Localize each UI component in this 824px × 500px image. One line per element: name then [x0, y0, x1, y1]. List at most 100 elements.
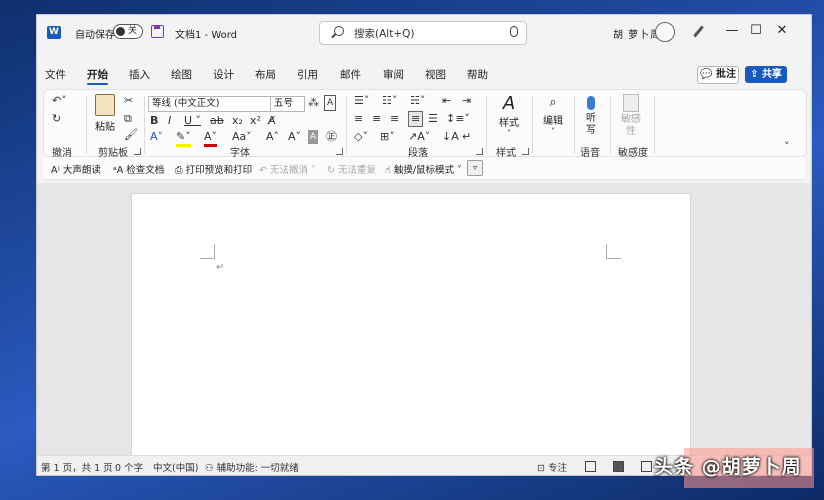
borders-icon[interactable]: ⊞˅ [380, 130, 395, 144]
tab-insert[interactable]: 插入 [129, 67, 150, 82]
paragraph-launcher-icon[interactable] [476, 148, 483, 155]
character-shading-icon[interactable]: A [308, 130, 319, 144]
font-size-select[interactable]: 五号 [270, 96, 305, 112]
tab-layout[interactable]: 布局 [255, 67, 276, 82]
align-right-icon[interactable]: ≡ [390, 112, 399, 126]
subscript-icon[interactable]: x₂ [232, 114, 243, 128]
microphone-icon[interactable] [510, 26, 518, 37]
underline-icon[interactable]: U ˅ [184, 114, 201, 128]
undo-disabled-button[interactable]: ↶ 无法撤消 ˅ [259, 162, 316, 176]
read-aloud-icon: A⁾ [51, 165, 60, 176]
user-name[interactable]: 胡 萝卜周 [613, 26, 661, 41]
dictate-button[interactable]: 听写 [580, 94, 602, 137]
text-effects-icon[interactable]: A˅ [150, 130, 163, 144]
redo-disabled-button[interactable]: ↻ 无法重复 [327, 162, 376, 176]
shrink-font-icon[interactable]: A˅ [288, 130, 301, 144]
read-aloud-button[interactable]: A⁾ 大声朗读 [51, 162, 101, 176]
tab-view[interactable]: 视图 [425, 67, 446, 82]
minimize-button[interactable]: — [723, 23, 741, 38]
phonetic-guide-icon[interactable]: ⁂ [308, 96, 319, 110]
paste-button[interactable]: 粘贴 [92, 94, 118, 133]
highlight-icon[interactable]: ✎˅ [176, 130, 191, 147]
tab-design[interactable]: 设计 [213, 67, 234, 82]
copy-icon[interactable]: ⧉ [124, 112, 132, 126]
print-preview-button[interactable]: ⎙ 打印预览和打印 [175, 162, 252, 176]
multilevel-list-icon[interactable]: ☵˅ [410, 94, 425, 108]
show-marks-icon[interactable]: ↵ [462, 130, 471, 144]
document-page[interactable]: ↵ [131, 193, 691, 475]
styles-button[interactable]: A 样式 ˅ [494, 94, 524, 139]
enclose-characters-icon[interactable]: ㊣ [326, 130, 337, 144]
accessibility-status[interactable]: ⚇ 辅助功能: 一切就绪 [205, 460, 299, 474]
chinese-layout-icon[interactable]: ↗A˅ [408, 130, 430, 144]
search-placeholder: 搜索(Alt+Q) [354, 28, 415, 40]
decrease-indent-icon[interactable]: ⇤ [442, 94, 451, 108]
share-button[interactable]: ⇪ 共享 [745, 66, 787, 83]
margin-corner-top-right [606, 244, 621, 259]
align-center-icon[interactable]: ≡ [372, 112, 381, 126]
justify-icon[interactable]: ≡ [408, 111, 424, 127]
comments-button[interactable]: 💬 批注 [697, 66, 739, 84]
tab-file[interactable]: 文件 [45, 67, 66, 82]
word-window: W 自动保存 关 文档1 - Word 搜索(Alt+Q) 胡 萝卜周 — ☐ … [36, 14, 812, 476]
redo-icon[interactable]: ↻ [52, 112, 61, 126]
save-icon[interactable] [151, 25, 164, 38]
change-case-icon[interactable]: Aa˅ [232, 130, 252, 144]
tab-mailings[interactable]: 邮件 [340, 67, 361, 82]
undo-icon: ↶ [259, 165, 267, 176]
superscript-icon[interactable]: x² [250, 114, 261, 128]
numbering-icon[interactable]: ☷˅ [382, 94, 397, 108]
styles-launcher-icon[interactable] [522, 148, 529, 155]
check-document-label: 检查文档 [126, 165, 165, 176]
font-name-select[interactable]: 等线 (中文正文) [148, 96, 271, 112]
focus-button[interactable]: ⊡ 专注 [537, 460, 567, 474]
maximize-button[interactable]: ☐ [747, 23, 765, 38]
word-count[interactable]: 0 个字 [115, 460, 143, 474]
distributed-icon[interactable]: ☰ [428, 112, 438, 126]
tab-draw[interactable]: 绘图 [171, 67, 192, 82]
close-button[interactable]: ✕ [773, 23, 791, 38]
character-border-icon[interactable]: A [324, 95, 337, 111]
italic-icon[interactable]: I [168, 114, 171, 128]
accessibility-label: 辅助功能: 一切就绪 [216, 463, 299, 474]
print-layout-icon[interactable] [613, 461, 624, 472]
language-status[interactable]: 中文(中国) [153, 460, 198, 474]
tab-help[interactable]: 帮助 [467, 67, 488, 82]
tab-review[interactable]: 审阅 [383, 67, 404, 82]
bold-icon[interactable]: B [150, 114, 158, 128]
search-input[interactable]: 搜索(Alt+Q) [319, 21, 527, 45]
collapse-ribbon-icon[interactable]: ˅ [784, 140, 790, 154]
font-launcher-icon[interactable] [336, 148, 343, 155]
document-canvas[interactable]: ↵ [37, 183, 811, 475]
tab-references[interactable]: 引用 [297, 67, 318, 82]
font-color-icon[interactable]: A˅ [204, 130, 218, 147]
sort-icon[interactable]: ↓A [442, 130, 459, 144]
web-layout-icon[interactable] [641, 461, 652, 472]
page-count[interactable]: 第 1 页，共 1 页 [41, 460, 113, 474]
strikethrough-icon[interactable]: ab [210, 114, 224, 128]
customize-toolbar-button[interactable]: ▿ [467, 160, 483, 176]
grow-font-icon[interactable]: A˄ [266, 130, 279, 144]
editing-button[interactable]: ⌕ 编辑 ˅ [538, 94, 568, 136]
pen-icon[interactable] [693, 25, 704, 38]
cut-icon[interactable]: ✂ [124, 94, 133, 108]
clipboard-launcher-icon[interactable] [134, 148, 141, 155]
sensitivity-button[interactable]: 敏感性 [616, 94, 646, 138]
divider [532, 96, 533, 154]
increase-indent-icon[interactable]: ⇥ [462, 94, 471, 108]
line-spacing-icon[interactable]: ↕≡˅ [446, 112, 470, 126]
shading-icon[interactable]: ◇˅ [354, 130, 368, 144]
touch-mouse-mode-button[interactable]: ☝ 触摸/鼠标模式 ˅ [385, 162, 462, 176]
format-painter-icon[interactable]: 🖌 [124, 128, 138, 142]
tab-home[interactable]: 开始 [87, 67, 108, 85]
bullets-icon[interactable]: ☰˅ [354, 94, 369, 108]
check-document-button[interactable]: ᵃA 检查文档 [113, 162, 164, 176]
align-left-icon[interactable]: ≡ [354, 112, 363, 126]
sensitivity-icon [623, 94, 639, 112]
avatar[interactable] [655, 22, 675, 42]
clear-formatting-icon[interactable]: A̸ [268, 114, 276, 128]
read-mode-icon[interactable] [585, 461, 596, 472]
undo-icon[interactable]: ↶˅ [52, 94, 67, 108]
paste-label: 粘贴 [95, 122, 115, 133]
autosave-toggle[interactable]: 关 [113, 24, 143, 39]
